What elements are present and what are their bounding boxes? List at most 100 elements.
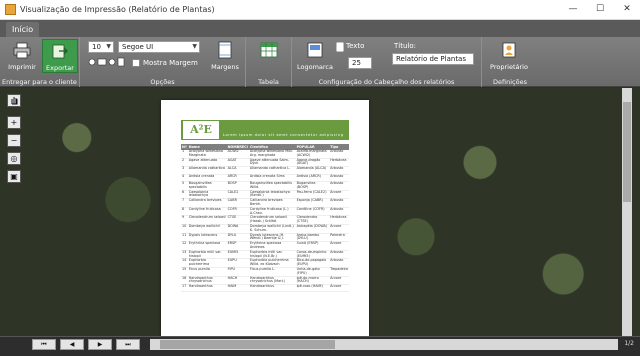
table-cell: ERSP [226, 241, 249, 251]
table-cell: Acalifa-marginata (ACWI2) [295, 149, 330, 159]
logo-icon [307, 42, 323, 58]
table-cell: Arbusto [329, 149, 349, 159]
next-page-button[interactable]: ▶ [88, 339, 112, 350]
font-name-select[interactable]: Segoe UI ▼ [118, 41, 200, 53]
table-row: 3 Allamanda cathartica ALCA Allamanda catha… [181, 166, 349, 175]
vertical-scroll-thumb[interactable] [623, 102, 631, 202]
bottom-navigation: ⏮ ◀ ▶ ⏭ 1/2 [0, 336, 640, 356]
owner-label: Proprietário [490, 63, 528, 71]
title-bar: Visualização de Impressão (Relatório de … [0, 0, 640, 20]
table-cell: 17 [181, 284, 188, 293]
table-cell: DOWA [226, 224, 249, 234]
zoom-in-button[interactable]: + [7, 116, 21, 129]
horizontal-scroll-thumb[interactable] [160, 340, 335, 349]
margins-label: Margens [211, 63, 239, 71]
owner-button[interactable]: Proprietário [486, 39, 532, 73]
logo-label: Logomarca [297, 63, 333, 71]
hand-icon [11, 97, 18, 105]
window-title: Visualização de Impressão (Relatório de … [20, 5, 215, 14]
group-deliver: Imprimir Exportar Entregar para o client… [0, 37, 80, 87]
table-cell: Árvore [329, 284, 349, 293]
horizontal-scrollbar[interactable] [150, 339, 618, 350]
margins-icon [218, 41, 232, 59]
table-cell: Buganvilea (BOSP) [295, 181, 330, 191]
group-definitions: Proprietário Definições [482, 37, 538, 87]
orientation-icons[interactable] [88, 57, 126, 67]
table-cell: ACWI2 [226, 149, 249, 159]
table-cell: BOSP [226, 181, 249, 191]
table-cell: Dombeya wallichii [187, 224, 227, 234]
group-options: 10 ▼ Segoe UI ▼ Mostra Margem Margens Opçõ… [80, 37, 246, 87]
report-body: 1 Acalypha wilkesiana Marginata ACWI2 Acaly… [181, 149, 349, 293]
last-page-button[interactable]: ⏭ [116, 339, 140, 350]
table-cell: 3 [181, 166, 188, 175]
table-cell: Allamanda cathartica L. [248, 166, 296, 175]
align-icon[interactable] [336, 42, 344, 52]
table-row: 12 Erythrina speciosa ERSP Erythrina specio… [181, 241, 349, 251]
export-icon [52, 44, 68, 59]
printer-icon [13, 42, 31, 59]
table-cell: Calliandra brevipes [187, 198, 227, 208]
table-cell: Bougainvillea spectabilis Willd. [248, 181, 296, 191]
table-cell: 1 [181, 149, 188, 159]
maximize-button[interactable]: ☐ [587, 0, 613, 20]
table-cell: FIPU [226, 267, 249, 277]
title-field-label: Título: [394, 42, 416, 50]
table-row: 1 Acalypha wilkesiana Marginata ACWI2 Acaly… [181, 149, 349, 159]
first-page-button[interactable]: ⏮ [32, 339, 56, 350]
table-cell: Handroanthus [248, 284, 296, 293]
header-size-input[interactable]: 25 [348, 57, 372, 69]
table-cell: Alamanda (ALCA) [295, 166, 330, 175]
font-size-select[interactable]: 10 ▼ [88, 41, 114, 53]
table-row: 5 Bougainvillea spectabilis BOSP Bougainvil… [181, 181, 349, 191]
group-table: Tabela [246, 37, 292, 87]
export-button[interactable]: Exportar [42, 39, 78, 73]
group-table-label: Tabela [258, 78, 279, 86]
zoom-fit-icon: ◎ [10, 154, 18, 163]
ribbon-tabs: Início [0, 20, 640, 37]
table-cell: Allamanda cathartica [187, 166, 227, 175]
table-cell: Erythrina speciosa Andrews [248, 241, 296, 251]
preview-area[interactable]: + − ◎ ▣ A²E Lorem ipsum dolor sit amet c… [0, 88, 640, 336]
group-options-label: Opções [150, 78, 175, 86]
table-cell: Erythrina speciosa [187, 241, 227, 251]
table-cell: Acalypha wilkesiana Müll. Arg. marginata [248, 149, 296, 159]
table-cell: Suinã (ERSP) [295, 241, 330, 251]
group-deliver-label: Entregar para o cliente [2, 78, 77, 86]
table-cell: Arbusto [329, 181, 349, 191]
logo-button[interactable]: Logomarca [296, 39, 334, 73]
table-cell: ALCA [226, 166, 249, 175]
table-cell: 10 [181, 224, 188, 234]
print-button[interactable]: Imprimir [4, 39, 40, 73]
table-button[interactable] [251, 39, 287, 73]
zoom-out-icon: − [10, 136, 18, 145]
export-label: Exportar [46, 64, 74, 72]
document-logo: A²E [183, 121, 219, 139]
margins-button[interactable]: Margens [208, 39, 242, 73]
table-cell: Astrapéia (DOWA) [295, 224, 330, 234]
app-icon [5, 4, 16, 15]
zoom-out-button[interactable]: − [7, 134, 21, 147]
hand-tool[interactable] [7, 94, 21, 107]
table-cell: HAIM [226, 284, 249, 293]
minimize-button[interactable]: — [560, 0, 586, 20]
close-button[interactable]: ✕ [614, 0, 640, 20]
document-tagline: Lorem ipsum dolor sit amet consectetur a… [223, 133, 344, 137]
show-margin-checkbox[interactable] [132, 59, 140, 67]
table-row: 15 Ficus pumila FIPU Ficus pumila L. Unha-de… [181, 267, 349, 277]
table-cell: Ficus pumila L. [248, 267, 296, 277]
title-input[interactable]: Relatório de Plantas [392, 53, 474, 65]
table-cell: 5 [181, 181, 188, 191]
zoom-page-button[interactable]: ▣ [7, 170, 21, 183]
table-cell: Handroanthus [187, 284, 227, 293]
document-page: A²E Lorem ipsum dolor sit amet consectet… [161, 100, 369, 336]
prev-page-button[interactable]: ◀ [60, 339, 84, 350]
tab-inicio[interactable]: Início [6, 22, 40, 37]
table-cell: Dombeya wallichii (Lindl.) K. Schum. [248, 223, 296, 234]
table-icon [260, 42, 278, 58]
table-cell: Esponja (CABR) [295, 198, 330, 208]
table-row: 7 Calliandra brevipes CABR Calliandra brevi… [181, 198, 349, 208]
zoom-fit-button[interactable]: ◎ [7, 152, 21, 165]
vertical-scrollbar[interactable] [622, 88, 632, 336]
show-margin-label: Mostra Margem [143, 59, 198, 67]
